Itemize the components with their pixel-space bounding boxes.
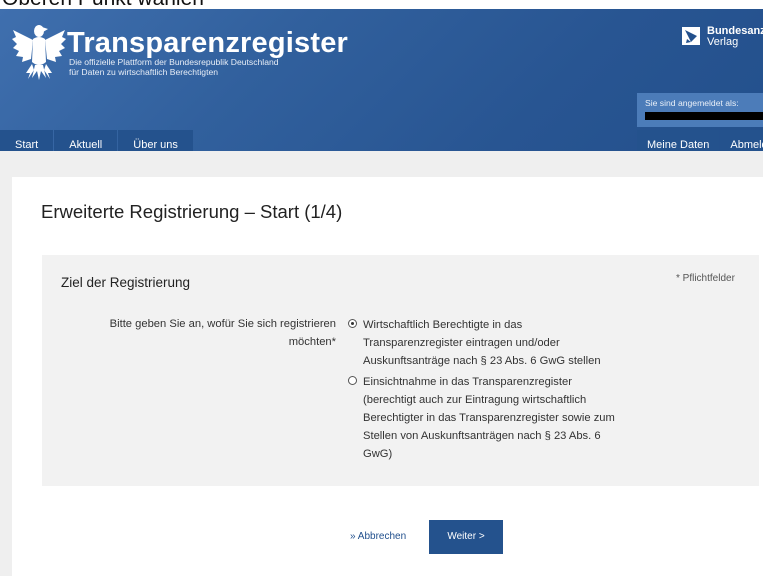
nav-right: Meine Daten Abmelden (637, 130, 763, 151)
site-subtitle: Die offizielle Plattform der Bundesrepub… (69, 57, 279, 77)
top-caption: Oberen Punkt wählen (0, 0, 763, 9)
next-button[interactable]: Weiter > (429, 520, 503, 554)
registration-panel: Ziel der Registrierung * Pflichtfelder B… (42, 255, 759, 486)
required-fields-note: * Pflichtfelder (676, 273, 735, 284)
site-title[interactable]: Transparenzregister (67, 26, 348, 60)
publisher-brand[interactable]: Bundesanzeiger Verlag (682, 26, 763, 48)
radio-option-label[interactable]: Einsichtnahme in das Transparenzregister… (363, 373, 618, 463)
federal-eagle-icon (12, 25, 66, 80)
nav-item-ueber-uns[interactable]: Über uns (118, 130, 193, 151)
nav-item-start[interactable]: Start (0, 130, 54, 151)
redacted-username (645, 112, 763, 120)
page-background-left (0, 177, 12, 576)
login-label: Sie sind angemeldet als: (645, 98, 739, 108)
registration-goal-question: Bitte geben Sie an, wofür Sie sich regis… (109, 318, 336, 348)
site-header: Transparenzregister Die offizielle Platt… (0, 9, 763, 151)
page-title: Erweiterte Registrierung – Start (1/4) (41, 201, 343, 222)
nav-left: Start Aktuell Über uns (0, 130, 194, 151)
radio-unchecked-icon[interactable] (348, 376, 357, 385)
cancel-link[interactable]: » Abbrechen (350, 531, 406, 542)
panel-title: Ziel der Registrierung (61, 275, 191, 290)
main-nav: Start Aktuell Über uns Meine Daten Abmel… (0, 130, 763, 151)
site-subtitle-line2: für Daten zu wirtschaftlich Berechtigten (69, 66, 219, 77)
main-content: Erweiterte Registrierung – Start (1/4) Z… (12, 177, 763, 576)
radio-option-beneficial-owners[interactable]: Wirtschaftlich Berechtigte in das Transp… (348, 316, 618, 370)
nav-item-abmelden[interactable]: Abmelden (720, 130, 763, 151)
radio-option-label[interactable]: Wirtschaftlich Berechtigte in das Transp… (363, 316, 618, 370)
publisher-sub: Verlag (707, 36, 739, 48)
page-background-top (0, 151, 763, 177)
radio-option-inspection[interactable]: Einsichtnahme in das Transparenzregister… (348, 373, 618, 463)
bundesanzeiger-logo-icon (682, 27, 700, 45)
form-actions: » Abbrechen Weiter > (12, 520, 763, 554)
login-status: Sie sind angemeldet als: (637, 93, 763, 127)
nav-item-aktuell[interactable]: Aktuell (54, 130, 118, 151)
radio-checked-icon[interactable] (348, 319, 357, 328)
nav-item-meine-daten[interactable]: Meine Daten (637, 130, 720, 151)
publisher-text: Bundesanzeiger Verlag (707, 26, 763, 48)
